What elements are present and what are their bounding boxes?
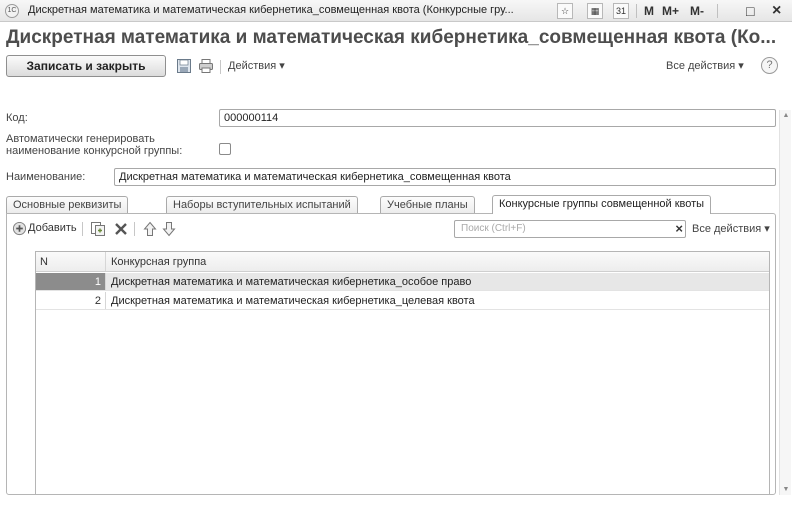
- window-titlebar: 1C Дискретная математика и математическа…: [0, 0, 792, 22]
- memory-m-minus-button[interactable]: M-: [690, 3, 704, 19]
- row-group: Дискретная математика и математическая к…: [111, 276, 472, 288]
- delete-icon[interactable]: [114, 222, 128, 236]
- save-icon[interactable]: [176, 58, 192, 74]
- move-down-icon[interactable]: [162, 221, 176, 237]
- help-icon[interactable]: ?: [761, 57, 778, 74]
- auto-generate-label: Автоматически генерировать наименование …: [6, 133, 182, 157]
- search-input[interactable]: Поиск (Ctrl+F) ×: [454, 220, 686, 238]
- favorite-star-icon[interactable]: ☆: [557, 3, 573, 19]
- tab-basic-details[interactable]: Основные реквизиты: [6, 196, 129, 213]
- column-header-n[interactable]: N: [36, 252, 106, 271]
- add-icon[interactable]: [12, 221, 27, 236]
- maximize-icon[interactable]: □: [746, 3, 754, 19]
- auto-generate-checkbox[interactable]: [219, 143, 231, 155]
- save-and-close-button[interactable]: Записать и закрыть: [6, 55, 166, 77]
- tab-strip: Основные реквизиты Наборы вступительных …: [6, 195, 781, 214]
- memory-m-button[interactable]: M: [644, 3, 654, 19]
- memory-m-plus-button[interactable]: M+: [662, 3, 679, 19]
- column-header-group[interactable]: Конкурсная группа: [106, 252, 769, 271]
- competitive-groups-table: N Конкурсная группа 1 Дискретная математ…: [35, 251, 770, 495]
- tab-curricula[interactable]: Учебные планы: [380, 196, 475, 213]
- grid-view-icon[interactable]: ▦: [587, 3, 603, 19]
- name-label: Наименование:: [6, 171, 86, 183]
- row-group: Дискретная математика и математическая к…: [111, 295, 475, 307]
- 1c-app-icon[interactable]: 1C: [5, 4, 19, 18]
- name-field[interactable]: Дискретная математика и математическая к…: [114, 168, 776, 186]
- table-header: N Конкурсная группа: [36, 252, 769, 272]
- form-title: Дискретная математика и математическая к…: [6, 27, 777, 48]
- row-number: 2: [36, 292, 106, 309]
- close-icon[interactable]: ×: [772, 3, 781, 19]
- actions-menu[interactable]: Действия ▾: [228, 59, 285, 72]
- add-button[interactable]: Добавить: [28, 222, 77, 234]
- row-number: 1: [36, 273, 106, 290]
- command-bar: Записать и закрыть Действия ▾ Все действ…: [6, 55, 781, 81]
- auto-generate-label-line2: наименование конкурсной группы:: [6, 145, 183, 157]
- copy-icon[interactable]: [90, 221, 106, 237]
- scroll-up-icon[interactable]: ▲: [781, 112, 791, 119]
- search-placeholder: Поиск (Ctrl+F): [461, 223, 526, 234]
- tab-combined-quota-groups[interactable]: Конкурсные группы совмещенной квоты: [492, 195, 712, 214]
- clear-search-icon[interactable]: ×: [675, 222, 683, 236]
- scroll-down-icon[interactable]: ▼: [781, 486, 791, 493]
- code-label: Код:: [6, 112, 28, 124]
- move-up-icon[interactable]: [143, 221, 157, 237]
- all-actions-menu[interactable]: Все действия ▾: [666, 59, 744, 72]
- table-row[interactable]: 1 Дискретная математика и математическая…: [36, 273, 769, 291]
- code-field[interactable]: 000000114: [219, 109, 776, 127]
- print-icon[interactable]: [198, 58, 214, 74]
- calendar-icon[interactable]: 31: [613, 3, 629, 19]
- tab-entrance-tests[interactable]: Наборы вступительных испытаний: [166, 196, 358, 213]
- auto-generate-label-line1: Автоматически генерировать: [6, 133, 155, 145]
- window-title: Дискретная математика и математическая к…: [28, 4, 514, 16]
- form-scrollbar[interactable]: ▲ ▼: [779, 110, 791, 495]
- grid-toolbar: Добавить Поиск (Ctrl+F) × Все действия ▾: [12, 218, 772, 240]
- table-row[interactable]: 2 Дискретная математика и математическая…: [36, 292, 769, 310]
- grid-all-actions-menu[interactable]: Все действия ▾: [692, 222, 770, 235]
